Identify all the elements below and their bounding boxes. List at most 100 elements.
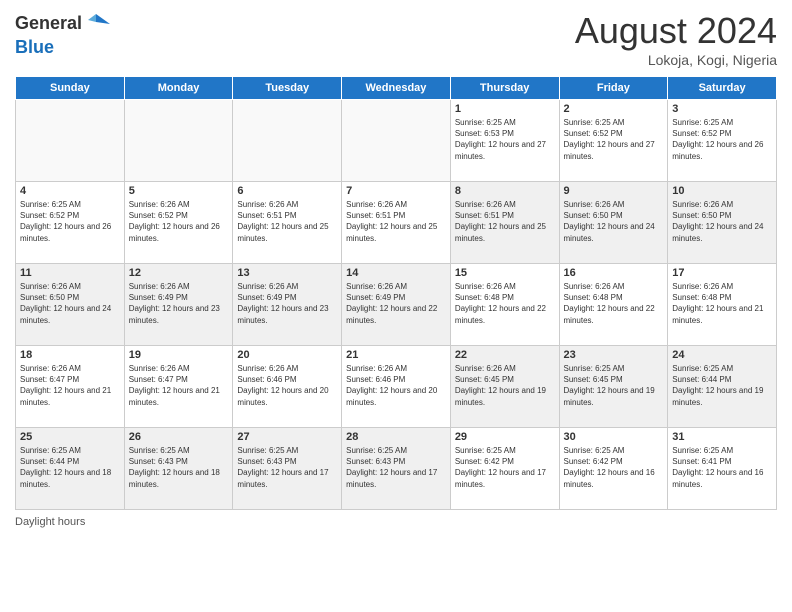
day-number: 8	[455, 185, 555, 197]
calendar-cell: 4Sunrise: 6:25 AM Sunset: 6:52 PM Daylig…	[16, 182, 125, 264]
day-info: Sunrise: 6:26 AM Sunset: 6:46 PM Dayligh…	[237, 363, 337, 408]
footer: Daylight hours	[15, 516, 777, 528]
day-info: Sunrise: 6:25 AM Sunset: 6:43 PM Dayligh…	[237, 445, 337, 490]
day-info: Sunrise: 6:26 AM Sunset: 6:49 PM Dayligh…	[346, 281, 446, 326]
calendar-week-2: 11Sunrise: 6:26 AM Sunset: 6:50 PM Dayli…	[16, 264, 777, 346]
calendar-cell: 24 Sunrise: 6:25 AM Sunset: 6:44 PM Dayli…	[668, 346, 777, 428]
calendar: Sunday Monday Tuesday Wednesday Thursday…	[15, 76, 777, 510]
calendar-cell: 26Sunrise: 6:25 AM Sunset: 6:43 PM Dayli…	[124, 428, 233, 510]
day-number: 2	[564, 103, 664, 115]
calendar-cell: 25Sunrise: 6:25 AM Sunset: 6:44 PM Dayli…	[16, 428, 125, 510]
day-info: Sunrise: 6:26 AM Sunset: 6:48 PM Dayligh…	[564, 281, 664, 326]
calendar-week-1: 4Sunrise: 6:25 AM Sunset: 6:52 PM Daylig…	[16, 182, 777, 264]
calendar-cell: 11Sunrise: 6:26 AM Sunset: 6:50 PM Dayli…	[16, 264, 125, 346]
day-number: 28	[346, 431, 446, 443]
calendar-cell: 9Sunrise: 6:26 AM Sunset: 6:50 PM Daylig…	[559, 182, 668, 264]
day-info: Sunrise: 6:26 AM Sunset: 6:45 PM Dayligh…	[455, 363, 555, 408]
day-number: 21	[346, 349, 446, 361]
day-number: 13	[237, 267, 337, 279]
day-number: 5	[129, 185, 229, 197]
calendar-cell: 8 Sunrise: 6:26 AM Sunset: 6:51 PM Daylig…	[450, 182, 559, 264]
logo: General Blue	[15, 10, 110, 58]
calendar-cell: 27 Sunrise: 6:25 AM Sunset: 6:43 PM Dayli…	[233, 428, 342, 510]
calendar-cell: 13 Sunrise: 6:26 AM Sunset: 6:49 PM Dayli…	[233, 264, 342, 346]
day-info: Sunrise: 6:25 AM Sunset: 6:52 PM Dayligh…	[564, 117, 664, 162]
day-number: 18	[20, 349, 120, 361]
day-number: 29	[455, 431, 555, 443]
calendar-cell: 17 Sunrise: 6:26 AM Sunset: 6:48 PM Dayli…	[668, 264, 777, 346]
calendar-week-3: 18 Sunrise: 6:26 AM Sunset: 6:47 PM Dayli…	[16, 346, 777, 428]
col-wednesday: Wednesday	[342, 77, 451, 100]
calendar-cell: 22 Sunrise: 6:26 AM Sunset: 6:45 PM Dayli…	[450, 346, 559, 428]
day-info: Sunrise: 6:26 AM Sunset: 6:48 PM Dayligh…	[672, 281, 772, 326]
location: Lokoja, Kogi, Nigeria	[575, 52, 777, 68]
calendar-cell	[124, 100, 233, 182]
day-info: Sunrise: 6:26 AM Sunset: 6:51 PM Dayligh…	[455, 199, 555, 244]
day-info: Sunrise: 6:25 AM Sunset: 6:45 PM Dayligh…	[564, 363, 664, 408]
calendar-cell	[16, 100, 125, 182]
day-info: Sunrise: 6:26 AM Sunset: 6:48 PM Dayligh…	[455, 281, 555, 326]
calendar-cell: 1 Sunrise: 6:25 AM Sunset: 6:53 PM Daylig…	[450, 100, 559, 182]
day-number: 12	[129, 267, 229, 279]
calendar-cell: 6Sunrise: 6:26 AM Sunset: 6:51 PM Daylig…	[233, 182, 342, 264]
day-number: 3	[672, 103, 772, 115]
calendar-cell: 14 Sunrise: 6:26 AM Sunset: 6:49 PM Dayli…	[342, 264, 451, 346]
logo-text: General Blue	[15, 10, 110, 58]
day-number: 15	[455, 267, 555, 279]
day-info: Sunrise: 6:25 AM Sunset: 6:43 PM Dayligh…	[346, 445, 446, 490]
day-info: Sunrise: 6:26 AM Sunset: 6:50 PM Dayligh…	[672, 199, 772, 244]
calendar-cell	[342, 100, 451, 182]
calendar-cell: 30Sunrise: 6:25 AM Sunset: 6:42 PM Dayli…	[559, 428, 668, 510]
day-info: Sunrise: 6:25 AM Sunset: 6:43 PM Dayligh…	[129, 445, 229, 490]
calendar-cell: 12 Sunrise: 6:26 AM Sunset: 6:49 PM Dayli…	[124, 264, 233, 346]
day-number: 11	[20, 267, 120, 279]
day-number: 7	[346, 185, 446, 197]
calendar-cell: 15 Sunrise: 6:26 AM Sunset: 6:48 PM Dayli…	[450, 264, 559, 346]
day-number: 27	[237, 431, 337, 443]
calendar-cell: 18 Sunrise: 6:26 AM Sunset: 6:47 PM Dayli…	[16, 346, 125, 428]
col-saturday: Saturday	[668, 77, 777, 100]
day-info: Sunrise: 6:25 AM Sunset: 6:52 PM Dayligh…	[672, 117, 772, 162]
day-info: Sunrise: 6:26 AM Sunset: 6:49 PM Dayligh…	[237, 281, 337, 326]
calendar-cell: 31 Sunrise: 6:25 AM Sunset: 6:41 PM Dayli…	[668, 428, 777, 510]
day-info: Sunrise: 6:26 AM Sunset: 6:52 PM Dayligh…	[129, 199, 229, 244]
day-info: Sunrise: 6:25 AM Sunset: 6:44 PM Dayligh…	[672, 363, 772, 408]
logo-general: General	[15, 14, 82, 34]
day-number: 23	[564, 349, 664, 361]
calendar-cell: 29Sunrise: 6:25 AM Sunset: 6:42 PM Dayli…	[450, 428, 559, 510]
day-info: Sunrise: 6:26 AM Sunset: 6:49 PM Dayligh…	[129, 281, 229, 326]
day-number: 9	[564, 185, 664, 197]
day-number: 17	[672, 267, 772, 279]
month-year: August 2024	[575, 10, 777, 52]
day-number: 16	[564, 267, 664, 279]
day-info: Sunrise: 6:25 AM Sunset: 6:53 PM Dayligh…	[455, 117, 555, 162]
calendar-cell: 16 Sunrise: 6:26 AM Sunset: 6:48 PM Dayli…	[559, 264, 668, 346]
header: General Blue August 2024 Lokoja, Kogi, N…	[15, 10, 777, 68]
col-sunday: Sunday	[16, 77, 125, 100]
logo-bird-icon	[82, 10, 110, 38]
col-thursday: Thursday	[450, 77, 559, 100]
day-number: 6	[237, 185, 337, 197]
calendar-cell: 20 Sunrise: 6:26 AM Sunset: 6:46 PM Dayli…	[233, 346, 342, 428]
col-friday: Friday	[559, 77, 668, 100]
calendar-cell: 2 Sunrise: 6:25 AM Sunset: 6:52 PM Daylig…	[559, 100, 668, 182]
calendar-cell	[233, 100, 342, 182]
day-number: 1	[455, 103, 555, 115]
day-number: 24	[672, 349, 772, 361]
day-info: Sunrise: 6:26 AM Sunset: 6:46 PM Dayligh…	[346, 363, 446, 408]
calendar-header-row: Sunday Monday Tuesday Wednesday Thursday…	[16, 77, 777, 100]
calendar-cell: 7 Sunrise: 6:26 AM Sunset: 6:51 PM Daylig…	[342, 182, 451, 264]
day-number: 10	[672, 185, 772, 197]
day-info: Sunrise: 6:26 AM Sunset: 6:47 PM Dayligh…	[20, 363, 120, 408]
calendar-week-0: 1 Sunrise: 6:25 AM Sunset: 6:53 PM Daylig…	[16, 100, 777, 182]
calendar-cell: 5 Sunrise: 6:26 AM Sunset: 6:52 PM Daylig…	[124, 182, 233, 264]
daylight-label: Daylight hours	[15, 516, 85, 528]
calendar-cell: 3 Sunrise: 6:25 AM Sunset: 6:52 PM Daylig…	[668, 100, 777, 182]
day-info: Sunrise: 6:25 AM Sunset: 6:41 PM Dayligh…	[672, 445, 772, 490]
day-number: 20	[237, 349, 337, 361]
day-number: 22	[455, 349, 555, 361]
day-number: 31	[672, 431, 772, 443]
day-number: 14	[346, 267, 446, 279]
day-info: Sunrise: 6:26 AM Sunset: 6:51 PM Dayligh…	[346, 199, 446, 244]
day-number: 25	[20, 431, 120, 443]
